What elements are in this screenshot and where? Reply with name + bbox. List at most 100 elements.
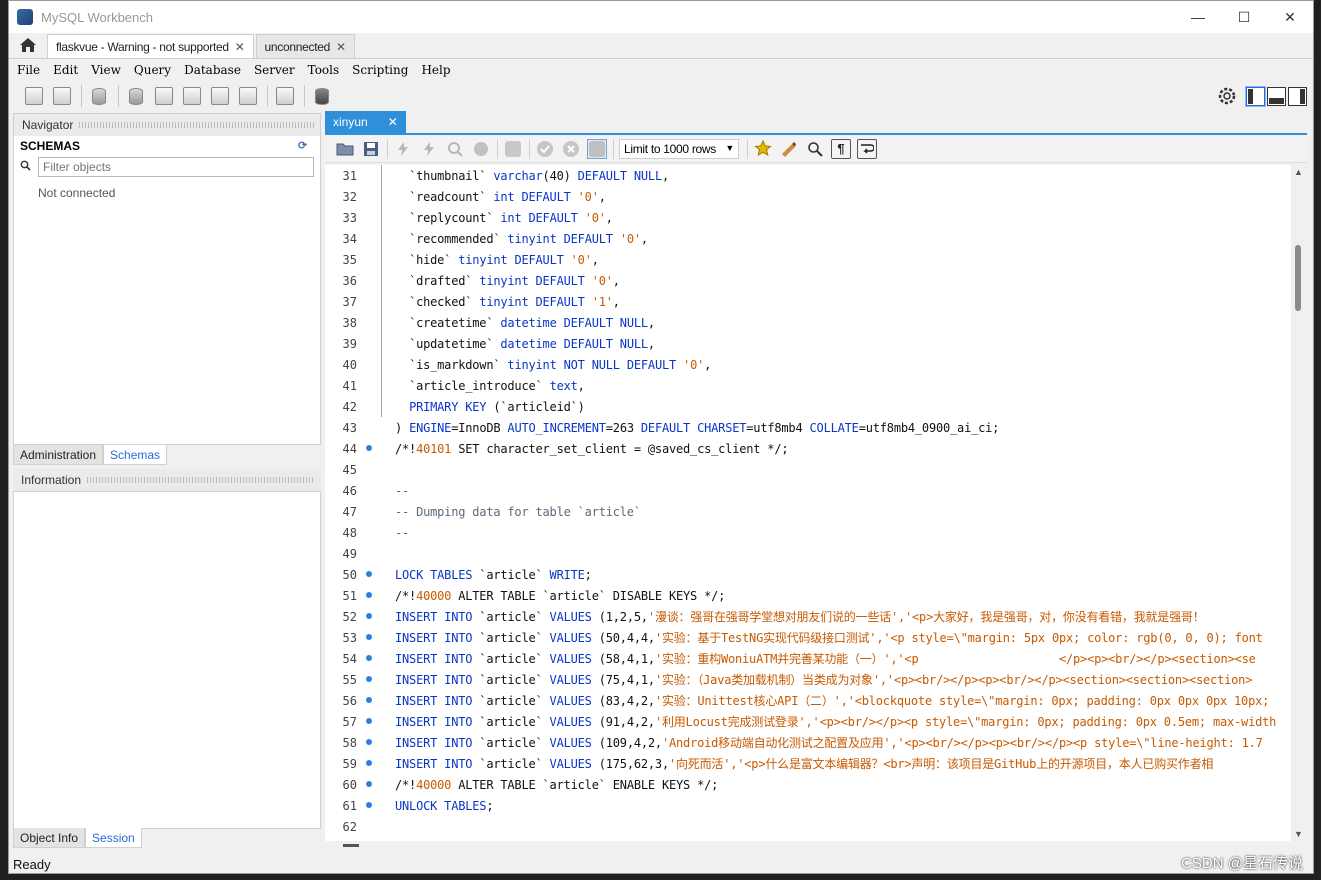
open-file-button[interactable] bbox=[335, 139, 355, 159]
open-sql-script-button[interactable] bbox=[51, 85, 73, 107]
save-file-button[interactable] bbox=[361, 139, 381, 159]
code-editor[interactable]: 31 `thumbnail` varchar(40) DEFAULT NULL,… bbox=[325, 165, 1291, 841]
code-line[interactable]: 61 UNLOCK TABLES; bbox=[325, 795, 1291, 816]
filter-objects-input[interactable] bbox=[38, 157, 314, 177]
scroll-down-icon[interactable]: ▼ bbox=[1294, 829, 1303, 839]
tab-administration[interactable]: Administration bbox=[13, 445, 104, 465]
code-line[interactable]: 33 `replycount` int DEFAULT '0', bbox=[325, 207, 1291, 228]
code-line[interactable]: 37 `checked` tinyint DEFAULT '1', bbox=[325, 291, 1291, 312]
close-tab-icon[interactable]: ✕ bbox=[235, 40, 245, 54]
home-tab[interactable] bbox=[9, 32, 47, 58]
code-line[interactable]: 32 `readcount` int DEFAULT '0', bbox=[325, 186, 1291, 207]
menu-scripting[interactable]: Scripting bbox=[352, 63, 408, 77]
create-function-button[interactable] bbox=[237, 85, 259, 107]
code-line[interactable]: 51 /*!40000 ALTER TABLE `article` DISABLE… bbox=[325, 585, 1291, 606]
toggle-output-button[interactable] bbox=[1267, 86, 1286, 106]
maximize-button[interactable]: ☐ bbox=[1221, 1, 1267, 33]
explain-button[interactable] bbox=[445, 139, 465, 159]
execute-current-button[interactable] bbox=[419, 139, 439, 159]
code-text: `createtime` datetime DEFAULT NULL, bbox=[395, 316, 655, 330]
menu-file[interactable]: File bbox=[17, 63, 40, 77]
code-line[interactable]: 49 bbox=[325, 543, 1291, 564]
close-editor-tab-icon[interactable]: ✕ bbox=[388, 115, 398, 129]
code-token: (91,4,2, bbox=[598, 715, 655, 729]
tab-session[interactable]: Session bbox=[85, 828, 142, 848]
beautify-button[interactable] bbox=[779, 139, 799, 159]
code-line[interactable]: 42 PRIMARY KEY (`articleid`) bbox=[325, 396, 1291, 417]
code-line[interactable]: 48 -- bbox=[325, 522, 1291, 543]
toggle-secondary-sidebar-button[interactable] bbox=[1288, 86, 1307, 106]
code-line[interactable]: 55 INSERT INTO `article` VALUES (75,4,1,'… bbox=[325, 669, 1291, 690]
menu-edit[interactable]: Edit bbox=[53, 63, 78, 77]
code-line[interactable]: 35 `hide` tinyint DEFAULT '0', bbox=[325, 249, 1291, 270]
code-line[interactable]: 36 `drafted` tinyint DEFAULT '0', bbox=[325, 270, 1291, 291]
editor-tab-xinyun[interactable]: xinyun ✕ bbox=[325, 111, 406, 133]
refresh-schemas-icon[interactable]: ⟳ bbox=[298, 139, 310, 152]
search-table-data-button[interactable] bbox=[274, 85, 296, 107]
code-line[interactable]: 31 `thumbnail` varchar(40) DEFAULT NULL, bbox=[325, 165, 1291, 186]
code-line[interactable]: 40 `is_markdown` tinyint NOT NULL DEFAUL… bbox=[325, 354, 1291, 375]
show-invisible-button[interactable]: ¶ bbox=[831, 138, 851, 159]
connection-tab-flaskvue[interactable]: flaskvue - Warning - not supported ✕ bbox=[47, 34, 254, 58]
close-tab-icon[interactable]: ✕ bbox=[336, 40, 346, 54]
code-line[interactable]: 59 INSERT INTO `article` VALUES (175,62,3… bbox=[325, 753, 1291, 774]
inspector-button[interactable] bbox=[88, 85, 110, 107]
code-line[interactable]: 45 bbox=[325, 459, 1291, 480]
code-line[interactable]: 43) ENGINE=InnoDB AUTO_INCREMENT=263 DEF… bbox=[325, 417, 1291, 438]
execute-button[interactable] bbox=[393, 139, 413, 159]
reconnect-button[interactable] bbox=[311, 85, 333, 107]
vertical-scrollbar[interactable]: ▲ ▼ bbox=[1291, 165, 1307, 841]
menu-help[interactable]: Help bbox=[421, 63, 450, 77]
add-snippet-button[interactable] bbox=[753, 139, 773, 159]
commit-button[interactable] bbox=[535, 139, 555, 159]
limit-rows-select[interactable]: Limit to 1000 rows ▼ bbox=[619, 138, 739, 159]
connection-tab-unconnected[interactable]: unconnected ✕ bbox=[255, 34, 355, 58]
code-line[interactable]: 44 /*!40101 SET character_set_client = @s… bbox=[325, 438, 1291, 459]
wrap-lines-button[interactable] bbox=[857, 138, 877, 159]
menu-view[interactable]: View bbox=[91, 63, 121, 77]
code-line[interactable]: 56 INSERT INTO `article` VALUES (83,4,2,'… bbox=[325, 690, 1291, 711]
code-line[interactable]: 39 `updatetime` datetime DEFAULT NULL, bbox=[325, 333, 1291, 354]
code-line[interactable]: 62 bbox=[325, 816, 1291, 837]
code-line[interactable]: 58 INSERT INTO `article` VALUES (109,4,2,… bbox=[325, 732, 1291, 753]
code-token: INSERT INTO bbox=[395, 715, 480, 729]
tab-object-info[interactable]: Object Info bbox=[13, 828, 86, 848]
scroll-up-icon[interactable]: ▲ bbox=[1294, 167, 1303, 177]
create-procedure-button[interactable] bbox=[209, 85, 231, 107]
close-window-button[interactable]: ✕ bbox=[1267, 1, 1313, 33]
minimize-button[interactable]: — bbox=[1175, 1, 1221, 33]
code-line[interactable]: 38 `createtime` datetime DEFAULT NULL, bbox=[325, 312, 1291, 333]
code-line[interactable]: 53 INSERT INTO `article` VALUES (50,4,4,'… bbox=[325, 627, 1291, 648]
stop-button[interactable] bbox=[471, 139, 491, 159]
create-view-button[interactable] bbox=[181, 85, 203, 107]
fold-guide bbox=[381, 312, 382, 333]
menu-server[interactable]: Server bbox=[254, 63, 295, 77]
code-line[interactable]: 60 /*!40000 ALTER TABLE `article` ENABLE … bbox=[325, 774, 1291, 795]
code-token: VALUES bbox=[549, 610, 599, 624]
new-sql-tab-button[interactable] bbox=[23, 85, 45, 107]
code-line[interactable]: 46 -- bbox=[325, 480, 1291, 501]
menu-database[interactable]: Database bbox=[184, 63, 241, 77]
vertical-scroll-thumb[interactable] bbox=[1295, 245, 1301, 311]
create-schema-button[interactable] bbox=[125, 85, 147, 107]
code-line[interactable]: 41 `article_introduce` text, bbox=[325, 375, 1291, 396]
toggle-sidebar-button[interactable] bbox=[1246, 86, 1265, 106]
horizontal-scroll-thumb[interactable] bbox=[343, 844, 359, 847]
autocommit-toggle-button[interactable] bbox=[587, 138, 607, 159]
rollback-button[interactable] bbox=[561, 139, 581, 159]
find-button[interactable] bbox=[805, 139, 825, 159]
horizontal-scrollbar[interactable] bbox=[325, 841, 1291, 849]
preferences-button[interactable] bbox=[1216, 85, 1238, 107]
code-line[interactable]: 52 INSERT INTO `article` VALUES (1,2,5,'漫… bbox=[325, 606, 1291, 627]
code-line[interactable]: 50 LOCK TABLES `article` WRITE; bbox=[325, 564, 1291, 585]
menu-query[interactable]: Query bbox=[134, 63, 171, 77]
menu-tools[interactable]: Tools bbox=[308, 63, 340, 77]
create-table-button[interactable] bbox=[153, 85, 175, 107]
code-line[interactable]: 47 -- Dumping data for table `article` bbox=[325, 501, 1291, 522]
tab-schemas[interactable]: Schemas bbox=[103, 445, 168, 465]
code-line[interactable]: 54 INSERT INTO `article` VALUES (58,4,1,'… bbox=[325, 648, 1291, 669]
code-line[interactable]: 34 `recommended` tinyint DEFAULT '0', bbox=[325, 228, 1291, 249]
code-line[interactable]: 57 INSERT INTO `article` VALUES (91,4,2,'… bbox=[325, 711, 1291, 732]
toggle-continue-on-error-button[interactable] bbox=[503, 139, 523, 159]
